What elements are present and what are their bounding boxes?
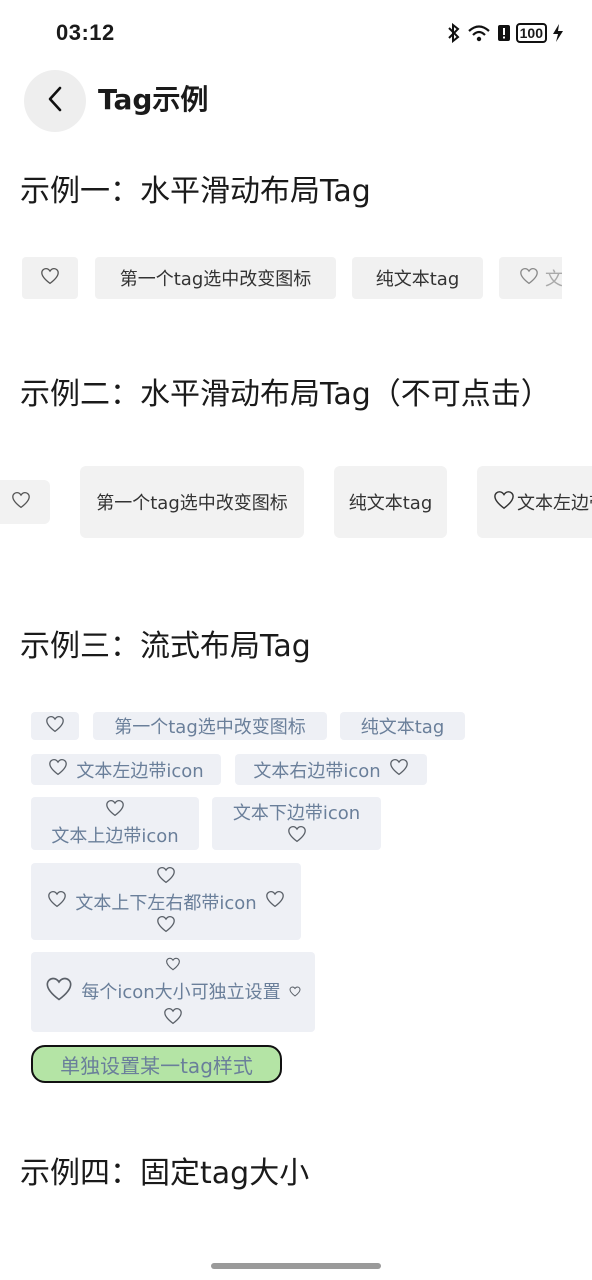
heart-icon — [389, 758, 409, 781]
section-title-3: 示例三：流式布局Tag — [20, 629, 311, 664]
tag-custom-style[interactable]: 单独设置某一tag样式 — [31, 1045, 282, 1083]
section-title-1: 示例一：水平滑动布局Tag — [20, 174, 371, 209]
tag-label: 文本右边带icon — [253, 760, 381, 782]
home-indicator[interactable] — [211, 1263, 381, 1269]
heart-icon — [163, 1007, 183, 1030]
tag-first-change-icon[interactable]: 第一个tag选中改变图标 — [93, 712, 327, 740]
heart-icon — [519, 267, 539, 290]
heart-icon — [287, 825, 307, 848]
tag-text-left-icon: 文本左边带 — [477, 466, 592, 538]
page-title: Tag示例 — [98, 83, 209, 116]
heart-icon — [156, 866, 176, 889]
tag-label: 文本下边带icon — [232, 803, 361, 824]
status-bar: 03:12 100 — [0, 0, 592, 66]
tag-text-bottom-icon[interactable]: 文本下边带icon — [212, 797, 381, 850]
tag-independent-icon-size[interactable]: 每个icon大小可独立设置 — [31, 952, 315, 1032]
horizontal-tag-row-2: 第一个tag选中改变图标 纯文本tag 文本左边带 — [0, 466, 592, 538]
heart-tag[interactable] — [31, 712, 79, 740]
header: Tag示例 — [0, 70, 592, 132]
heart-icon — [47, 890, 67, 913]
tag-text-left-icon[interactable]: 文 — [499, 257, 562, 299]
tag-label: 文本上下左右都带icon — [75, 892, 257, 914]
tag-label: 每个icon大小可独立设置 — [81, 982, 281, 1003]
tag-label: 文本左边带 — [517, 493, 592, 514]
tag-label: 文本左边带icon — [76, 760, 204, 782]
wifi-icon — [466, 23, 492, 43]
heart-icon — [265, 890, 285, 913]
heart-tag[interactable] — [22, 257, 78, 299]
section-title-2: 示例二：水平滑动布局Tag（不可点击） — [20, 377, 551, 412]
tag-plain-text[interactable]: 纯文本tag — [340, 712, 465, 740]
heart-icon — [45, 976, 73, 1007]
tag-middle-row: 文本上下左右都带icon — [47, 889, 284, 915]
heart-icon — [40, 267, 60, 290]
tag-first-change-icon[interactable]: 第一个tag选中改变图标 — [95, 257, 336, 299]
tag-first-change-icon: 第一个tag选中改变图标 — [80, 466, 304, 538]
tag-text-all-icons[interactable]: 文本上下左右都带icon — [31, 863, 301, 940]
heart-icon — [11, 491, 31, 514]
heart-tag — [0, 480, 50, 524]
status-icons: 100 — [447, 20, 564, 46]
heart-icon — [165, 955, 181, 976]
battery-icon: 100 — [515, 23, 547, 43]
tag-label: 文本上边带icon — [51, 826, 179, 847]
sim-alert-icon — [497, 23, 511, 43]
tag-text-left-icon[interactable]: 文本左边带icon — [31, 754, 221, 785]
back-arrow-icon — [46, 85, 64, 117]
back-button[interactable] — [24, 70, 86, 132]
section-title-4: 示例四：固定tag大小 — [20, 1156, 310, 1191]
tag-middle-row: 每个icon大小可独立设置 — [45, 976, 301, 1007]
tag-text-top-icon[interactable]: 文本上边带icon — [31, 797, 199, 850]
tag-plain-text: 纯文本tag — [334, 466, 447, 538]
tag-plain-text[interactable]: 纯文本tag — [352, 257, 483, 299]
tag-label: 文 — [545, 269, 562, 290]
status-time: 03:12 — [56, 20, 115, 45]
charging-icon — [552, 23, 564, 43]
heart-icon — [289, 981, 301, 1002]
heart-icon — [105, 799, 125, 822]
heart-icon — [156, 915, 176, 938]
bluetooth-icon — [447, 23, 461, 43]
heart-icon — [45, 715, 65, 738]
heart-icon — [493, 490, 515, 515]
heart-icon — [48, 758, 68, 781]
horizontal-tag-row-1[interactable]: 第一个tag选中改变图标 纯文本tag 文 — [0, 257, 562, 301]
tag-text-right-icon[interactable]: 文本右边带icon — [235, 754, 427, 785]
